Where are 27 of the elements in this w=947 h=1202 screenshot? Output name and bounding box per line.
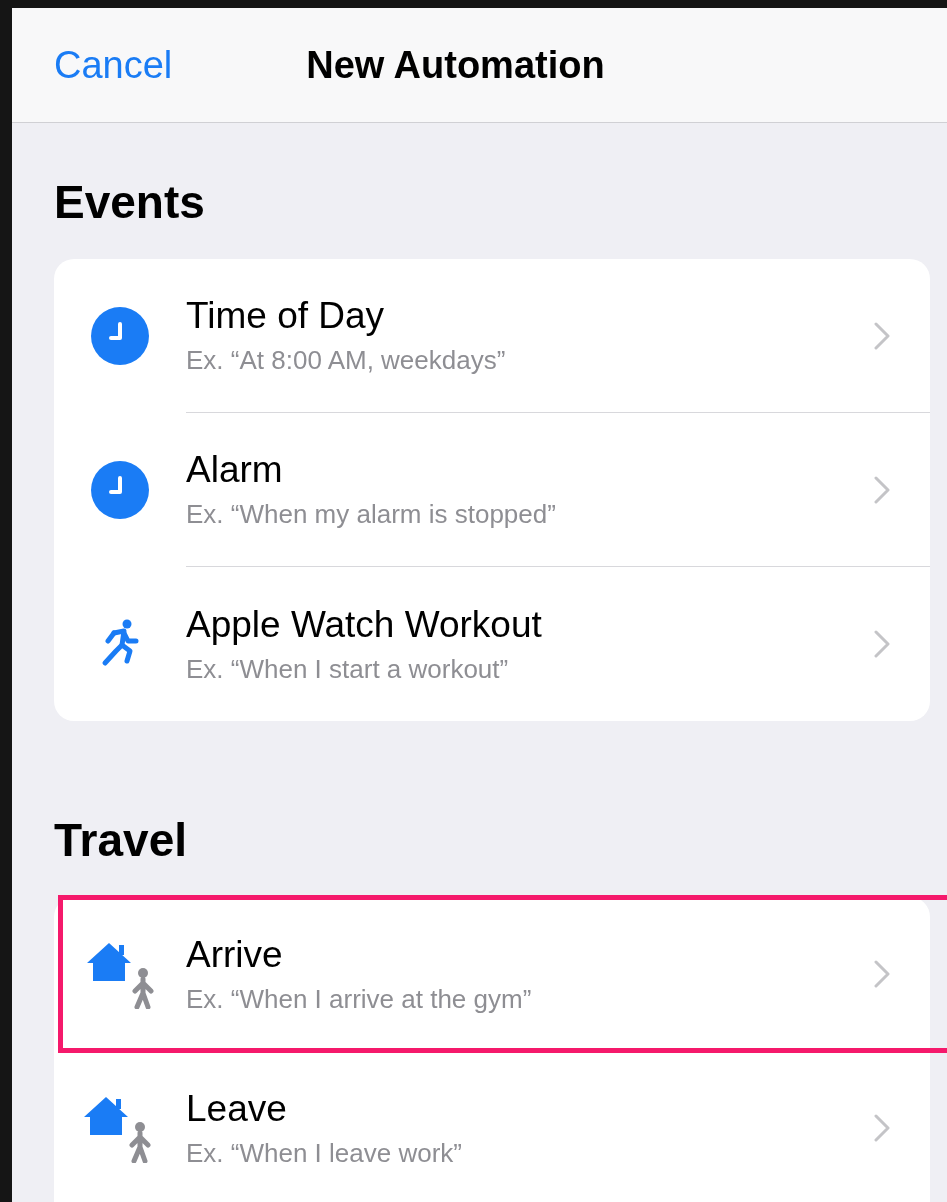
screen-title: New Automation xyxy=(306,43,605,87)
row-title: Alarm xyxy=(186,449,283,491)
chevron-icon xyxy=(874,475,890,504)
section-heading: Travel xyxy=(54,813,188,867)
clock-icon xyxy=(91,461,149,519)
chevron-icon xyxy=(874,321,890,350)
running-figure-icon xyxy=(100,619,140,669)
section-heading: Events xyxy=(54,175,206,229)
row-title: Time of Day xyxy=(186,295,385,337)
trigger-row[interactable]: Apple Watch Workout Ex. “When I start a workout” xyxy=(54,567,930,721)
row-example: Ex. “When my alarm is stopped” xyxy=(186,499,556,530)
chevron-icon xyxy=(874,630,890,658)
row-example: Ex. “When I arrive at the gym” xyxy=(186,983,532,1015)
chevron-icon xyxy=(874,960,890,988)
trigger-row[interactable]: Leave Ex. “When I leave work” xyxy=(54,1051,930,1202)
row-title: Leave xyxy=(186,1087,287,1130)
row-example: Ex. “At 8:00 AM, weekdays” xyxy=(186,345,506,376)
row-title: Apple Watch Workout xyxy=(186,603,542,646)
chevron-icon xyxy=(874,1114,890,1142)
row-title: Arrive xyxy=(186,933,283,976)
trigger-row[interactable]: Alarm Ex. “When my alarm is stopped” xyxy=(54,413,930,567)
cancel-button[interactable]: Cancel xyxy=(54,43,173,87)
row-example: Ex. “When I leave work” xyxy=(186,1137,462,1169)
trigger-row[interactable]: Time of Day Ex. “At 8:00 AM, weekdays” xyxy=(54,259,930,413)
trigger-row[interactable]: Arrive Ex. “When I arrive at the gym” xyxy=(60,897,947,1051)
row-example: Ex. “When I start a workout” xyxy=(186,653,509,685)
clock-icon xyxy=(91,307,149,365)
